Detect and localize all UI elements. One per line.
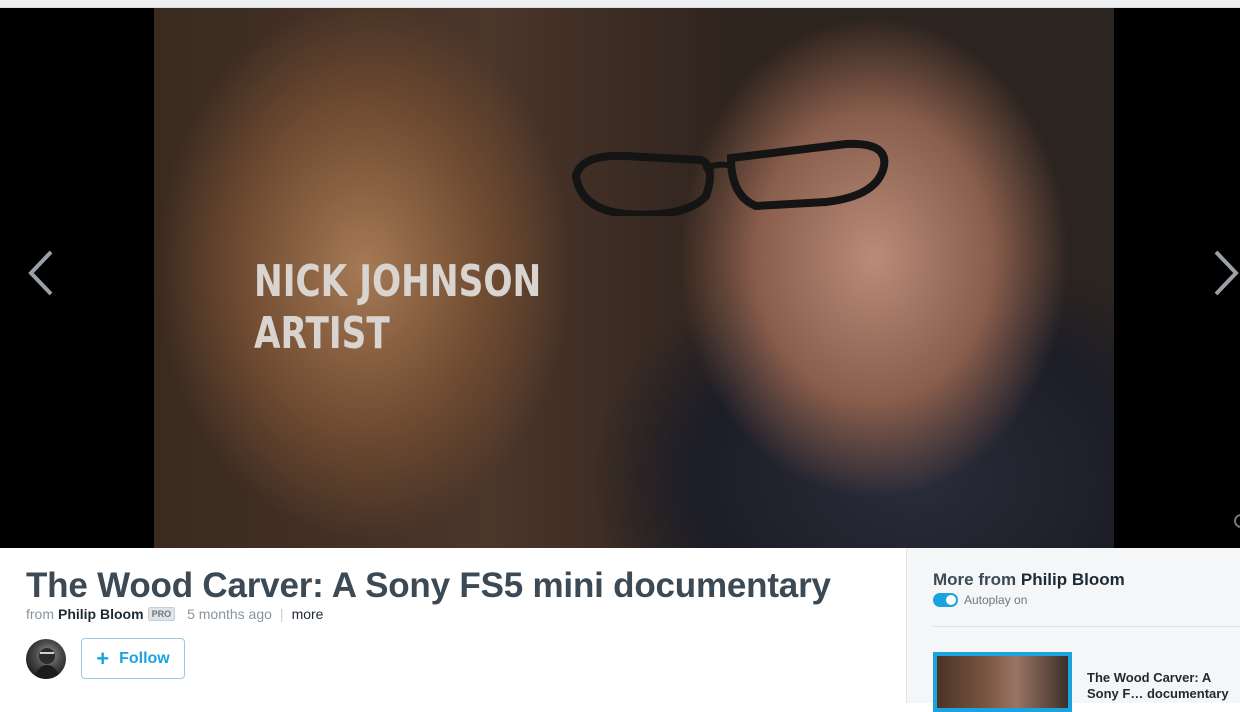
chevron-right-icon[interactable] — [1212, 248, 1240, 298]
sidebar-divider — [933, 626, 1240, 627]
plus-icon: + — [96, 645, 110, 671]
glasses-shape — [571, 139, 889, 216]
upload-time: 5 months ago — [187, 606, 272, 622]
lower-third-caption: NICK JOHNSON ARTIST — [254, 256, 541, 360]
video-player[interactable]: NICK JOHNSON ARTIST — [0, 8, 1240, 548]
chevron-left-icon[interactable] — [25, 248, 55, 298]
from-label: from — [26, 606, 54, 622]
video-title: The Wood Carver: A Sony FS5 mini documen… — [26, 566, 831, 605]
video-thumbnail[interactable] — [933, 652, 1072, 712]
video-info: The Wood Carver: A Sony FS5 mini documen… — [0, 548, 906, 703]
player-control-dot[interactable] — [1234, 514, 1240, 528]
autoplay-toggle[interactable] — [933, 593, 958, 607]
related-video-title[interactable]: The Wood Carver: A Sony F… documentary — [1087, 670, 1240, 702]
sidebar-title: More from Philip Bloom — [933, 570, 1125, 590]
meta-separator: | — [279, 606, 284, 622]
caption-name: NICK JOHNSON — [254, 256, 542, 307]
sidebar-title-prefix: More from — [933, 570, 1017, 589]
video-frame[interactable]: NICK JOHNSON ARTIST — [154, 8, 1114, 548]
sidebar-title-author[interactable]: Philip Bloom — [1021, 570, 1125, 589]
autoplay-control[interactable]: Autoplay on — [933, 593, 1027, 607]
follow-label: Follow — [119, 649, 170, 667]
avatar[interactable] — [26, 639, 66, 679]
more-link[interactable]: more — [292, 606, 324, 622]
author-link[interactable]: Philip Bloom — [58, 606, 144, 622]
autoplay-label: Autoplay on — [964, 593, 1028, 607]
video-meta: from Philip Bloom PRO 5 months ago | mor… — [26, 606, 323, 622]
more-from-sidebar: More from Philip Bloom Autoplay on The W… — [906, 548, 1240, 712]
toggle-knob — [946, 595, 956, 605]
pro-badge: PRO — [147, 607, 176, 621]
caption-role: ARTIST — [254, 308, 390, 359]
follow-button[interactable]: + Follow — [81, 638, 185, 679]
browser-top-strip — [0, 0, 1240, 8]
